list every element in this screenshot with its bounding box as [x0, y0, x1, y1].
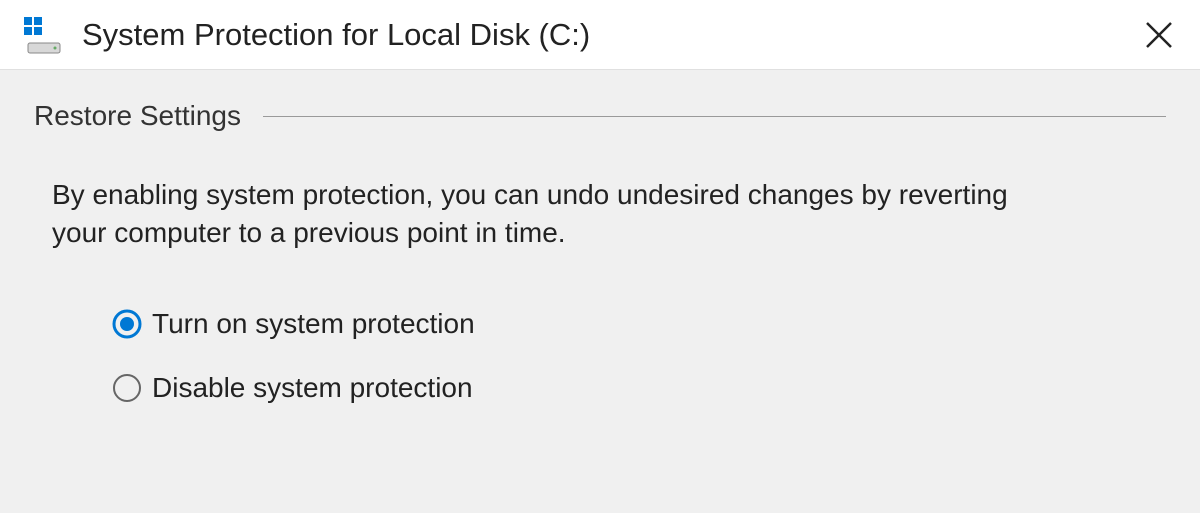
drive-icon: [22, 15, 62, 55]
group-divider: [263, 116, 1166, 117]
radio-label: Turn on system protection: [152, 308, 475, 340]
titlebar: System Protection for Local Disk (C:): [0, 0, 1200, 70]
group-title: Restore Settings: [34, 100, 241, 132]
window-title: System Protection for Local Disk (C:): [82, 17, 1136, 53]
close-button[interactable]: [1136, 12, 1182, 58]
radio-unselected-icon: [112, 373, 142, 403]
protection-radio-group: Turn on system protection Disable system…: [112, 308, 1166, 404]
radio-label: Disable system protection: [152, 372, 473, 404]
radio-disable[interactable]: Disable system protection: [112, 372, 1166, 404]
group-description: By enabling system protection, you can u…: [52, 176, 1052, 252]
radio-selected-icon: [112, 309, 142, 339]
content-area: Restore Settings By enabling system prot…: [0, 70, 1200, 476]
close-icon: [1144, 20, 1174, 50]
radio-turn-on[interactable]: Turn on system protection: [112, 308, 1166, 340]
group-header: Restore Settings: [34, 100, 1166, 132]
